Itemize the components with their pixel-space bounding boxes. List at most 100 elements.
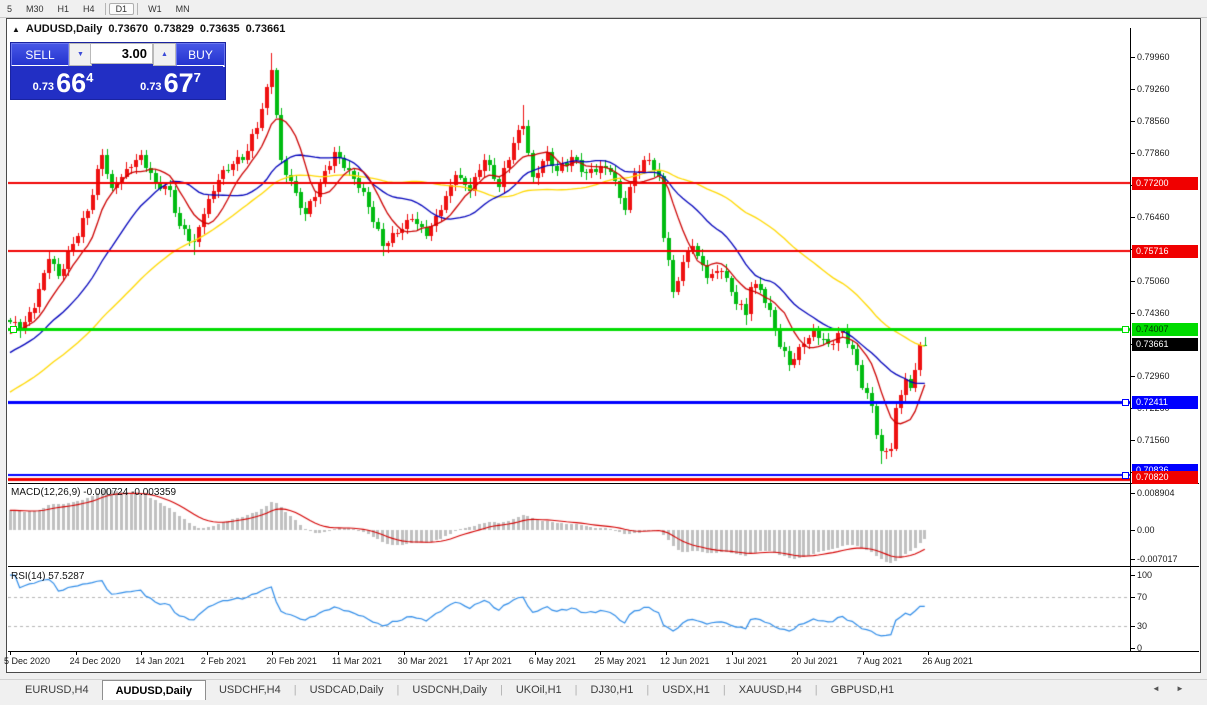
date-tick-mark [75, 652, 77, 655]
ohlc-low: 0.73635 [199, 23, 240, 35]
price-tick-label: 0.79960 [1137, 51, 1170, 62]
chart-tab-dj30[interactable]: DJ30,H1 [578, 680, 647, 700]
date-tick-mark [338, 652, 339, 655]
symbol-title: AUDUSD,Daily [25, 23, 103, 35]
macd-tick-label: -0.007017 [1137, 553, 1178, 564]
rsi-label-row: RSI(14) 57.5287 [11, 571, 84, 582]
date-tick-mark [469, 652, 471, 655]
rsi-tick-label: 100 [1137, 569, 1153, 580]
date-tick-label: 24 Dec 2020 [69, 656, 121, 666]
macd-tick-label: 0.00 [1137, 524, 1155, 535]
volume-decrease-button[interactable]: ▼ [69, 43, 92, 66]
chart-tab-bar: EURUSD,H4 AUDUSD,Daily USDCHF,H4 | USDCAD,Da… [0, 679, 1207, 700]
date-tick-label: 1 Jul 2021 [725, 656, 768, 666]
chart-tab-usdx[interactable]: USDX,H1 [649, 680, 723, 700]
line-handle[interactable] [1122, 325, 1129, 333]
buy-button[interactable]: BUY [176, 43, 225, 67]
chart-tab-ukoil[interactable]: UKOil,H1 [503, 680, 575, 700]
ohlc-close: 0.73661 [245, 23, 286, 35]
date-tick-mark [731, 652, 733, 655]
chevron-down-icon: ▼ [77, 51, 84, 58]
timeframe-button-d1[interactable]: D1 [108, 2, 135, 15]
sell-button[interactable]: SELL [11, 43, 69, 67]
timeframe-button-m30[interactable]: M30 [19, 3, 51, 15]
rsi-tick-label: 70 [1137, 591, 1148, 602]
hline-price-tag: 0.72411 [1132, 395, 1198, 409]
timeframe-button-h1[interactable]: H1 [51, 3, 77, 15]
chart-tab-usdcnh[interactable]: USDCNH,Daily [399, 680, 500, 700]
chart-tab-usdchf[interactable]: USDCHF,H4 [206, 680, 294, 700]
date-tick-mark [666, 652, 667, 655]
buy-price-base: 0.73 [140, 81, 162, 93]
one-click-trade-panel: SELL ▼ 3.00 ▲ BUY 0.73 66 4 0.73 67 7 [10, 42, 226, 100]
macd-tick-mark [1131, 529, 1135, 531]
price-tick-label: 0.76460 [1137, 211, 1170, 222]
chart-title: ▲ AUDUSD,Daily 0.73670 0.73829 0.73635 0… [12, 22, 285, 36]
date-tick-label: 20 Feb 2021 [266, 656, 317, 666]
price-tick-mark [1131, 88, 1135, 90]
volume-increase-button[interactable]: ▲ [153, 43, 176, 66]
timeframe-button-5[interactable]: 5 [0, 3, 19, 15]
price-tick-mark [1131, 312, 1135, 314]
tab-scroll-left-icon[interactable]: ◄ [1152, 684, 1160, 693]
buy-price-main: 67 [163, 68, 194, 98]
timeframe-button-mn[interactable]: MN [169, 3, 197, 15]
price-tick-mark [1131, 56, 1135, 58]
date-tick-mark [10, 652, 11, 655]
chart-tab-gbpusd[interactable]: GBPUSD,H1 [818, 680, 908, 700]
macd-tick-mark [1131, 492, 1135, 494]
chart-tab-eurusd[interactable]: EURUSD,H4 [12, 680, 102, 700]
chart-tab-audusd[interactable]: AUDUSD,Daily [101, 680, 206, 700]
sell-price-main: 66 [56, 68, 87, 98]
chevron-up-icon: ▲ [161, 51, 168, 58]
ohlc-high: 0.73829 [154, 23, 194, 35]
date-tick-mark [206, 652, 208, 655]
line-handle[interactable] [1122, 398, 1129, 406]
price-tick-mark [1131, 216, 1135, 218]
date-tick-mark [928, 652, 930, 655]
pane-border-macd [8, 566, 1199, 567]
pane-border-main [8, 483, 1199, 484]
tab-scroll-right-icon[interactable]: ► [1176, 684, 1184, 693]
date-tick-label: 17 Apr 2021 [463, 656, 512, 666]
pane-border-rsi [8, 651, 1199, 652]
line-handle[interactable] [1122, 471, 1129, 479]
volume-input[interactable]: 3.00 [90, 43, 153, 64]
buy-price-display[interactable]: 0.73 67 7 [118, 66, 223, 98]
date-tick-label: 25 May 2021 [594, 656, 647, 666]
price-tick-label: 0.74360 [1137, 307, 1170, 318]
date-tick-label: 2 Feb 2021 [200, 656, 247, 666]
date-tick-label: 7 Aug 2021 [856, 656, 903, 666]
rsi-tick-mark [1131, 574, 1135, 576]
date-tick-label: 14 Jan 2021 [135, 656, 185, 666]
toolbar-separator [137, 2, 139, 15]
macd-value-signal: -0.003359 [131, 487, 177, 498]
sell-price-display[interactable]: 0.73 66 4 [11, 66, 115, 98]
date-tick-label: 5 Dec 2020 [4, 656, 51, 666]
macd-label: MACD(12,26,9) [11, 487, 81, 498]
timeframe-button-h4[interactable]: H4 [76, 3, 102, 15]
hline-price-tag: 0.77200 [1132, 176, 1198, 190]
rsi-value: 57.5287 [48, 571, 85, 582]
chart-tab-usdcad[interactable]: USDCAD,Daily [297, 680, 397, 700]
date-tick-label: 30 Mar 2021 [397, 656, 449, 666]
date-tick-mark [797, 652, 799, 655]
date-tick-mark [862, 652, 864, 655]
chart-canvas[interactable] [8, 28, 1130, 651]
rsi-tick-label: 30 [1137, 620, 1148, 631]
price-tick-label: 0.77860 [1137, 147, 1170, 158]
sell-price-base: 0.73 [32, 81, 55, 93]
rsi-tick-mark [1131, 647, 1135, 649]
date-tick-mark [600, 652, 602, 655]
price-tick-mark [1131, 280, 1135, 282]
macd-value-main: -0.000724 [83, 487, 129, 498]
chart-tab-xauusd[interactable]: XAUUSD,H4 [726, 680, 815, 700]
price-tick-mark [1131, 440, 1135, 442]
date-tick-mark [403, 652, 405, 655]
timeframe-button-w1[interactable]: W1 [141, 3, 169, 15]
price-tick-label: 0.75060 [1137, 275, 1170, 286]
timeframe-toolbar: 5 M30 H1 H4 D1 W1 MN [0, 0, 1207, 18]
line-handle[interactable] [10, 325, 17, 333]
date-tick-mark [141, 652, 143, 655]
date-tick-mark [272, 652, 274, 655]
